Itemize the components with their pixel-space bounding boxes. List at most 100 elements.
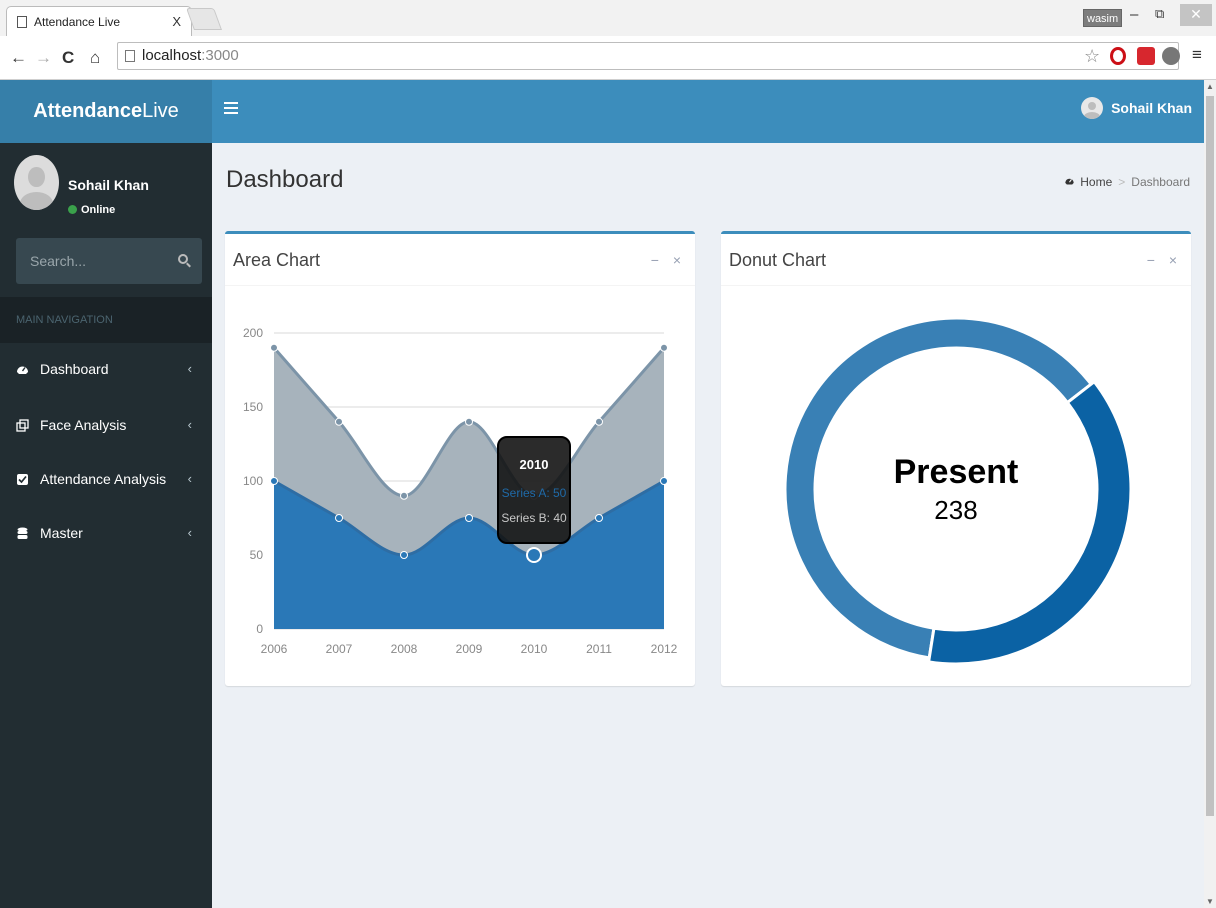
dashboard-icon [1064, 175, 1075, 189]
series-b-point [270, 343, 278, 352]
tooltip-line: Series A: 50 [502, 486, 567, 500]
tooltip-line: Series B: 40 [501, 511, 567, 525]
x-tick-label: 2011 [586, 642, 612, 656]
database-icon [16, 527, 29, 540]
series-a-point [335, 514, 343, 522]
profile-button[interactable]: wasim [1083, 9, 1123, 27]
x-tick-label: 2009 [456, 642, 483, 656]
chevron-left-icon: ‹ [187, 525, 192, 540]
y-tick-label: 150 [243, 400, 263, 414]
series-a-point [400, 551, 408, 559]
user-menu[interactable]: Sohail Khan [1081, 97, 1192, 119]
chevron-left-icon: ‹ [187, 361, 192, 376]
topbar-user-name: Sohail Khan [1111, 100, 1192, 116]
chevron-left-icon: ‹ [187, 417, 192, 432]
y-tick-label: 100 [243, 474, 263, 488]
series-b-point [400, 491, 408, 500]
donut-chart-box: Donut Chart − × Present 238 [721, 231, 1191, 686]
area-chart: 0 50 100 150 200 2006 2007 2008 2009 2010 2011 2012… [243, 326, 678, 656]
breadcrumb-current: Dashboard [1131, 175, 1190, 189]
sidebar-item-attendance-analysis[interactable]: Attendance Analysis ‹ [0, 459, 212, 499]
logo-light: Live [142, 100, 179, 122]
nav-header: MAIN NAVIGATION [0, 297, 212, 343]
box-tools: − × [1137, 252, 1177, 268]
sidebar-item-face-analysis[interactable]: Face Analysis ‹ [0, 405, 212, 445]
url-port: :3000 [201, 47, 239, 64]
extension-globe-icon[interactable] [1162, 47, 1180, 65]
menu-icon[interactable]: ≡ [1192, 45, 1202, 65]
x-tick-label: 2012 [651, 642, 678, 656]
box-title: Donut Chart [729, 250, 827, 270]
series-a-point [660, 477, 668, 485]
y-tick-label: 200 [243, 326, 263, 340]
url-host: localhost [142, 47, 202, 64]
minimize-button[interactable]: − [651, 252, 659, 268]
scroll-down-icon[interactable]: ▼ [1206, 897, 1214, 906]
series-b-point [335, 417, 343, 426]
x-tick-label: 2008 [391, 642, 418, 656]
donut-center-label: Present [894, 453, 1019, 491]
forward-icon[interactable]: → [35, 48, 52, 68]
logo-bold: Attendance [33, 100, 143, 122]
breadcrumb-home-link[interactable]: Home [1080, 175, 1112, 189]
close-button[interactable]: × [1169, 252, 1177, 268]
sidebar-item-label: Attendance Analysis [40, 471, 167, 487]
minimize-window-icon[interactable]: – [1130, 6, 1138, 23]
sidebar-item-dashboard[interactable]: Dashboard ‹ [0, 349, 212, 389]
search-icon[interactable] [178, 254, 188, 264]
box-header: Area Chart − × [225, 234, 695, 286]
tab-close-button[interactable]: X [172, 14, 181, 29]
user-status-label: Online [81, 204, 116, 216]
series-a-point [526, 547, 542, 563]
search-input[interactable] [16, 238, 164, 284]
sidebar-item-master[interactable]: Master ‹ [0, 513, 212, 553]
tab-title: Attendance Live [34, 14, 121, 29]
tooltip-title: 2010 [520, 457, 549, 472]
x-tick-label: 2007 [326, 642, 353, 656]
sidebar-search [16, 238, 202, 284]
top-navbar: Sohail Khan [212, 80, 1204, 143]
page-icon [17, 15, 27, 28]
donut-chart: Present 238 [783, 316, 1133, 666]
page-scrollbar[interactable]: ▲ ▼ [1204, 80, 1216, 908]
url-input[interactable]: localhost:3000 [117, 42, 1179, 70]
browser-tab[interactable]: Attendance Live X [6, 6, 192, 36]
sidebar-user-name: Sohail Khan [68, 177, 149, 193]
minimize-button[interactable]: − [1147, 252, 1155, 268]
page-icon [125, 50, 135, 62]
back-icon[interactable]: ← [10, 48, 27, 68]
series-b-point [465, 417, 473, 426]
box-title: Area Chart [233, 250, 321, 270]
sidebar: Sohail Khan Online MAIN NAVIGATION Dashb… [0, 143, 212, 908]
scroll-up-icon[interactable]: ▲ [1206, 82, 1214, 91]
address-bar-row: ← → C ⌂ localhost:3000 ☆ ≡ [0, 36, 1216, 80]
close-button[interactable]: × [673, 252, 681, 268]
restore-window-icon[interactable]: ⧉ [1155, 6, 1164, 22]
series-a-point [595, 514, 603, 522]
series-a-point [270, 477, 278, 485]
reload-icon[interactable]: C [62, 48, 74, 68]
donut-center-value: 238 [934, 495, 977, 525]
scrollbar-thumb[interactable] [1206, 96, 1214, 816]
breadcrumb-separator: > [1118, 175, 1126, 189]
status-dot-icon [68, 205, 77, 214]
chevron-left-icon: ‹ [187, 471, 192, 486]
area-chart-box: Area Chart − × 0 50 100 150 200 2006 2007 2008 2… [225, 231, 695, 686]
breadcrumb: Home > Dashboard [1064, 175, 1190, 189]
extension-icon[interactable] [1137, 47, 1155, 65]
x-tick-label: 2006 [261, 642, 288, 656]
series-b-point [660, 343, 668, 352]
home-icon[interactable]: ⌂ [90, 48, 100, 68]
close-window-icon[interactable]: ✕ [1180, 4, 1212, 26]
app-logo[interactable]: AttendanceLive [0, 80, 212, 143]
sidebar-item-label: Face Analysis [40, 417, 127, 433]
avatar [14, 155, 59, 210]
opera-extension-icon[interactable] [1110, 47, 1126, 65]
bookmark-star-icon[interactable]: ☆ [1084, 46, 1100, 67]
sidebar-toggle-icon[interactable] [224, 102, 238, 114]
dashboard-icon [16, 363, 29, 376]
sidebar-item-label: Dashboard [40, 361, 109, 377]
y-tick-label: 0 [256, 622, 263, 636]
clone-icon [16, 418, 29, 432]
check-square-icon [16, 473, 29, 486]
